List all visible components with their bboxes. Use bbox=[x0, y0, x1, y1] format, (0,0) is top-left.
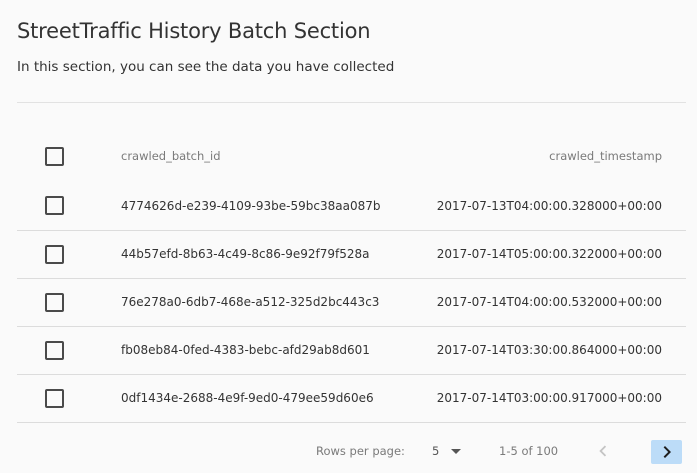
table-row[interactable]: 4774626d-e239-4109-93be-59bc38aa087b 201… bbox=[17, 182, 686, 230]
chevron-left-icon bbox=[599, 445, 607, 457]
row-checkbox[interactable] bbox=[45, 340, 64, 360]
pagination-bar: Rows per page: 5 1-5 of 100 bbox=[0, 436, 697, 466]
crawled-timestamp-cell: 2017-07-14T03:00:00.917000+00:00 bbox=[436, 391, 662, 405]
previous-page-button[interactable] bbox=[592, 440, 614, 462]
column-header-crawled-batch-id[interactable]: crawled_batch_id bbox=[121, 130, 409, 182]
crawled-batch-id-cell: 44b57efd-8b63-4c49-8c86-9e92f79f528a bbox=[121, 247, 370, 261]
row-checkbox-cell bbox=[17, 374, 121, 422]
row-checkbox-cell bbox=[17, 326, 121, 374]
crawled-timestamp-cell: 2017-07-14T05:00:00.322000+00:00 bbox=[436, 247, 662, 261]
crawled-timestamp-cell: 2017-07-14T04:00:00.532000+00:00 bbox=[436, 295, 662, 309]
table-row[interactable]: fb08eb84-0fed-4383-bebc-afd29ab8d601 201… bbox=[17, 326, 686, 374]
table-row[interactable]: 76e278a0-6db7-468e-a512-325d2bc443c3 201… bbox=[17, 278, 686, 326]
caret-down-icon[interactable] bbox=[451, 449, 461, 454]
row-checkbox[interactable] bbox=[45, 196, 64, 216]
chevron-right-icon bbox=[663, 446, 671, 458]
column-header-crawled-timestamp[interactable]: crawled_timestamp bbox=[409, 130, 686, 182]
crawled-batch-id-cell: fb08eb84-0fed-4383-bebc-afd29ab8d601 bbox=[121, 343, 370, 357]
table-row[interactable]: 44b57efd-8b63-4c49-8c86-9e92f79f528a 201… bbox=[17, 230, 686, 278]
crawled-batch-id-cell: 4774626d-e239-4109-93be-59bc38aa087b bbox=[121, 198, 381, 213]
crawled-timestamp-cell: 2017-07-13T04:00:00.328000+00:00 bbox=[436, 198, 662, 213]
page-subtitle: In this section, you can see the data yo… bbox=[17, 59, 395, 75]
select-all-cell bbox=[17, 130, 121, 182]
pagination-range: 1-5 of 100 bbox=[499, 444, 559, 458]
rows-per-page-label: Rows per page: bbox=[316, 444, 405, 458]
row-checkbox[interactable] bbox=[45, 388, 64, 408]
next-page-button[interactable] bbox=[651, 440, 682, 464]
row-checkbox[interactable] bbox=[45, 292, 64, 312]
batch-table: crawled_batch_id crawled_timestamp 47746… bbox=[17, 130, 686, 423]
row-checkbox-cell bbox=[17, 278, 121, 326]
crawled-timestamp-cell: 2017-07-14T03:30:00.864000+00:00 bbox=[436, 343, 662, 357]
row-checkbox[interactable] bbox=[45, 244, 64, 264]
row-checkbox-cell bbox=[17, 182, 121, 230]
table-row[interactable]: 0df1434e-2688-4e9f-9ed0-479ee59d60e6 201… bbox=[17, 374, 686, 422]
header-divider bbox=[17, 102, 686, 103]
page-title: StreetTraffic History Batch Section bbox=[17, 19, 371, 43]
select-all-checkbox[interactable] bbox=[45, 146, 64, 166]
page: StreetTraffic History Batch Section In t… bbox=[0, 0, 697, 473]
crawled-batch-id-cell: 0df1434e-2688-4e9f-9ed0-479ee59d60e6 bbox=[121, 391, 374, 405]
rows-per-page-select[interactable]: 5 bbox=[432, 444, 439, 458]
table-header-row: crawled_batch_id crawled_timestamp bbox=[17, 130, 686, 182]
row-checkbox-cell bbox=[17, 230, 121, 278]
crawled-batch-id-cell: 76e278a0-6db7-468e-a512-325d2bc443c3 bbox=[121, 295, 380, 309]
